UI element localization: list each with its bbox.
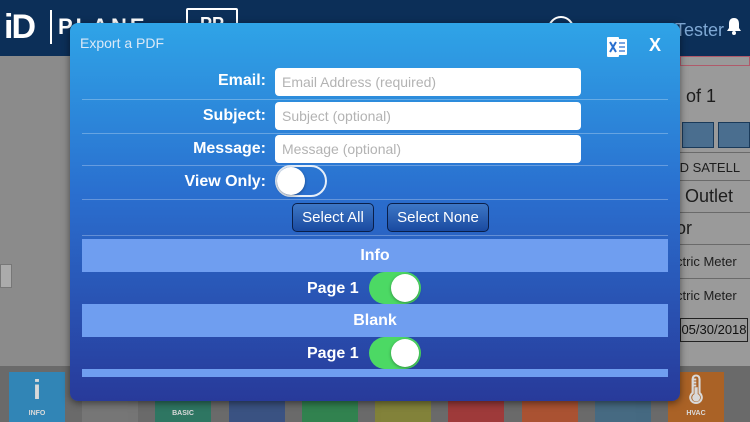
dialog-title: Export a PDF	[80, 35, 165, 51]
excel-icon[interactable]	[606, 37, 628, 57]
close-button[interactable]: X	[646, 35, 664, 56]
select-all-button[interactable]: Select All	[292, 203, 374, 232]
bg-row: or	[676, 218, 693, 238]
pager-text: of 1	[686, 86, 717, 106]
section-header-info: Info	[82, 239, 668, 272]
column-headers: ID SATELL	[676, 160, 741, 175]
subject-label: Subject:	[202, 107, 266, 124]
tile-label: HVAC	[686, 410, 706, 417]
subject-field[interactable]	[275, 102, 581, 130]
background-side-panel: of 1 ID SATELL l Outlet or ctric Meter c…	[676, 56, 750, 366]
message-field[interactable]	[275, 135, 581, 163]
background-control	[0, 264, 12, 288]
view-only-label: View Only:	[184, 173, 266, 190]
page-label: Page 1	[307, 345, 359, 362]
section-header-blank: Blank	[82, 304, 668, 337]
background-highlight	[680, 56, 750, 66]
bell-icon[interactable]	[724, 16, 744, 36]
view-only-toggle[interactable]	[275, 165, 327, 197]
section-header-next	[82, 369, 668, 377]
email-label: Email:	[217, 72, 266, 89]
user-name: Tester	[675, 20, 725, 40]
message-label: Message:	[193, 140, 266, 157]
tile-icon: i	[33, 374, 41, 405]
next-icon[interactable]	[718, 122, 750, 148]
logo-divider	[50, 10, 52, 44]
page-label: Page 1	[307, 280, 359, 297]
select-none-button[interactable]: Select None	[387, 203, 489, 232]
bg-row: l Outlet	[676, 186, 734, 206]
bg-row: ctric Meter	[676, 288, 737, 303]
page-toggle-blank-1[interactable]	[369, 337, 421, 369]
email-field[interactable]	[275, 68, 581, 96]
tile-label: BASIC	[172, 410, 194, 417]
app-logo: iD	[4, 8, 36, 46]
export-pdf-dialog: Export a PDF X Email: Subject: Message: …	[70, 23, 680, 401]
bg-row: ctric Meter	[676, 254, 737, 269]
tile-info[interactable]: i INFO	[9, 372, 65, 422]
page-toggle-info-1[interactable]	[369, 272, 421, 304]
pdf-icon[interactable]	[682, 122, 714, 148]
tile-label: INFO	[28, 410, 46, 417]
date-field[interactable]: 05/30/2018	[680, 318, 748, 342]
